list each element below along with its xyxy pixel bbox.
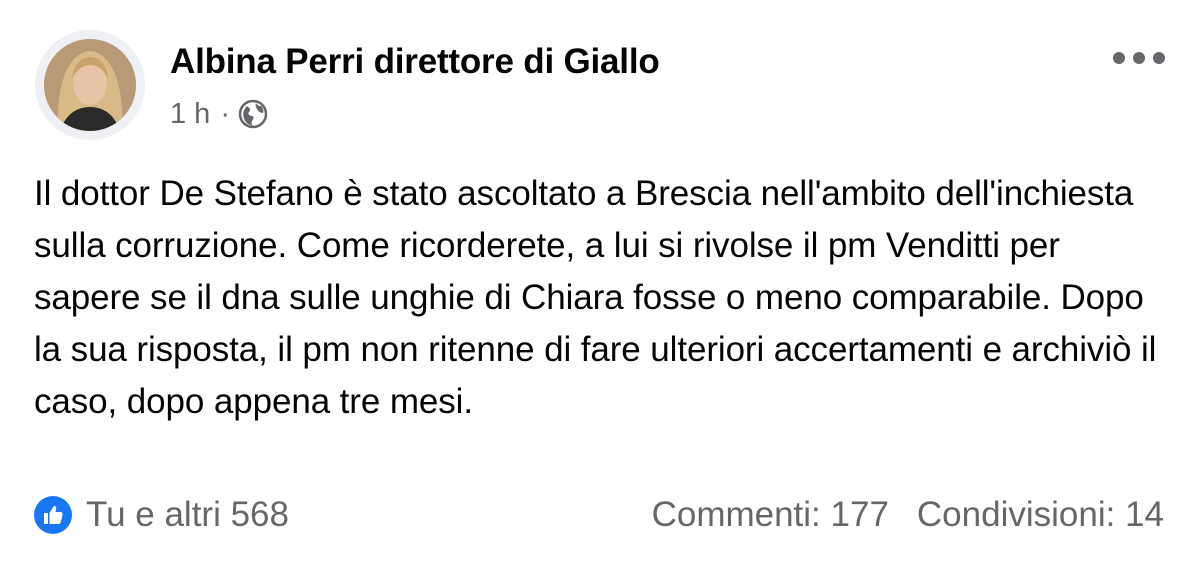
more-dot [1113, 52, 1125, 64]
post-text: Il dottor De Stefano è stato ascoltato a… [34, 174, 1157, 421]
shares-count[interactable]: Condivisioni: 14 [917, 495, 1164, 535]
meta-separator: · [220, 97, 230, 130]
comments-count[interactable]: Commenti: 177 [652, 495, 889, 535]
author-name[interactable]: Albina Perri direttore di Giallo [170, 42, 660, 82]
more-options-icon[interactable] [1113, 46, 1165, 70]
avatar[interactable] [35, 30, 145, 140]
globe-icon[interactable] [238, 99, 268, 129]
post-time[interactable]: 1 h [170, 98, 210, 131]
more-dot [1153, 52, 1165, 64]
avatar-photo [44, 39, 136, 131]
reactions-summary[interactable]: Tu e altri 568 [34, 494, 289, 536]
more-dot [1133, 52, 1145, 64]
post-stats: Commenti: 177 Condivisioni: 14 [652, 494, 1164, 536]
post-meta: 1 h · [170, 96, 268, 132]
reactions-count: Tu e altri 568 [86, 495, 289, 534]
like-icon [34, 496, 72, 534]
